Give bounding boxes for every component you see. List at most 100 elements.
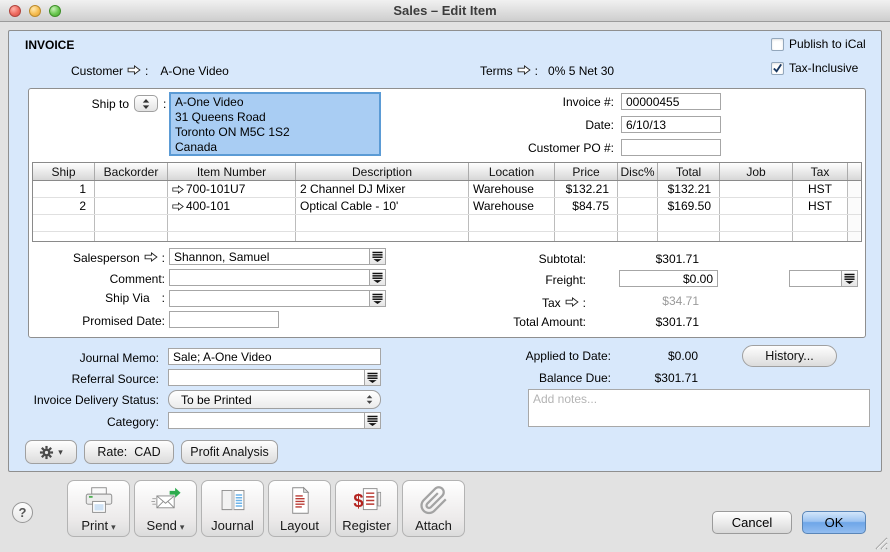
profit-analysis-button[interactable]: Profit Analysis <box>181 440 278 464</box>
minimize-window-icon[interactable] <box>29 5 41 17</box>
tax-inclusive-checkbox[interactable] <box>771 62 784 75</box>
notes-textarea[interactable] <box>528 389 870 427</box>
journal-book-icon <box>216 485 250 516</box>
salesperson-list-button[interactable] <box>369 248 386 265</box>
cell-total[interactable]: $169.50 <box>658 198 720 214</box>
cell-disc[interactable] <box>618 181 658 197</box>
table-scrollbar[interactable] <box>848 198 860 214</box>
rate-button[interactable]: Rate: CAD <box>84 440 174 464</box>
empty-cell <box>658 215 720 231</box>
send-button[interactable]: Send▾ <box>134 480 197 537</box>
cancel-button[interactable]: Cancel <box>712 511 792 534</box>
cell-ship[interactable]: 1 <box>33 181 95 197</box>
salesperson-zoom-arrow-icon[interactable] <box>144 249 158 267</box>
cell-total[interactable]: $132.21 <box>658 181 720 197</box>
zoom-window-icon[interactable] <box>49 5 61 17</box>
category-input[interactable] <box>168 412 364 429</box>
cell-item-number[interactable]: 700-101U7 <box>168 181 296 197</box>
salesperson-input[interactable] <box>169 248 369 265</box>
col-ship[interactable]: Ship <box>33 163 95 180</box>
title-bar[interactable]: Sales – Edit Item <box>0 0 890 22</box>
cell-job[interactable] <box>720 181 793 197</box>
freight-input[interactable] <box>619 270 718 287</box>
publish-to-ical-label: Publish to iCal <box>789 37 866 51</box>
cell-job[interactable] <box>720 198 793 214</box>
category-combo <box>168 412 381 429</box>
salesperson-label: Salesperson <box>73 251 140 265</box>
cell-description[interactable]: 2 Channel DJ Mixer <box>296 181 469 197</box>
journal-memo-input[interactable] <box>168 348 381 365</box>
referral-source-label: Referral Source: <box>19 372 159 386</box>
cell-price[interactable]: $132.21 <box>555 181 618 197</box>
cell-location[interactable]: Warehouse <box>469 198 555 214</box>
resize-grip[interactable] <box>872 534 888 550</box>
freight-tax-list-button[interactable] <box>841 270 858 287</box>
ship-via-list-button[interactable] <box>369 290 386 307</box>
referral-list-button[interactable] <box>364 369 381 386</box>
col-total[interactable]: Total <box>658 163 720 180</box>
terms-zoom-arrow-icon[interactable] <box>517 62 531 80</box>
cell-tax[interactable]: HST <box>793 198 848 214</box>
item-zoom-arrow-icon[interactable] <box>172 202 184 211</box>
comment-input[interactable] <box>169 269 369 286</box>
cell-backorder[interactable] <box>95 198 168 214</box>
item-zoom-arrow-icon[interactable] <box>172 185 184 194</box>
history-button[interactable]: History... <box>742 345 837 367</box>
customer-zoom-arrow-icon[interactable] <box>127 62 141 80</box>
ship-to-address[interactable]: A-One Video 31 Queens Road Toronto ON M5… <box>169 92 381 156</box>
cell-location[interactable]: Warehouse <box>469 181 555 197</box>
freight-tax-input[interactable] <box>789 270 841 287</box>
empty-cell <box>793 232 848 242</box>
cell-ship[interactable]: 2 <box>33 198 95 214</box>
ship-to-stepper[interactable] <box>134 95 158 112</box>
invoice-number-input[interactable] <box>621 93 721 110</box>
table-scrollbar[interactable] <box>848 215 860 231</box>
paperclip-icon <box>419 485 449 516</box>
delivery-status-select[interactable]: To be Printed <box>168 390 381 409</box>
empty-cell <box>555 232 618 242</box>
col-tax[interactable]: Tax <box>793 163 848 180</box>
print-label: Print <box>81 518 108 533</box>
cell-description[interactable]: Optical Cable - 10' <box>296 198 469 214</box>
empty-cell <box>95 232 168 242</box>
tax-label-group: Tax : <box>409 294 586 312</box>
promised-date-label: Promised Date: <box>29 314 165 328</box>
cell-price[interactable]: $84.75 <box>555 198 618 214</box>
customer-po-input[interactable] <box>621 139 721 156</box>
invoice-body-box: Ship to : A-One Video 31 Queens Road Tor… <box>28 88 866 338</box>
line-items-table: Ship Backorder Item Number Description L… <box>32 162 862 242</box>
register-button[interactable]: $ Register <box>335 480 398 537</box>
journal-label: Journal <box>211 518 254 533</box>
col-location[interactable]: Location <box>469 163 555 180</box>
col-disc[interactable]: Disc% <box>618 163 658 180</box>
help-button[interactable]: ? <box>12 502 33 523</box>
table-scrollbar[interactable] <box>848 232 860 242</box>
layout-button[interactable]: Layout <box>268 480 331 537</box>
col-item-number[interactable]: Item Number <box>168 163 296 180</box>
comment-list-button[interactable] <box>369 269 386 286</box>
cell-tax[interactable]: HST <box>793 181 848 197</box>
print-button[interactable]: Print▾ <box>67 480 130 537</box>
promised-date-input[interactable] <box>169 311 279 328</box>
col-job[interactable]: Job <box>720 163 793 180</box>
category-list-button[interactable] <box>364 412 381 429</box>
table-scrollbar[interactable] <box>848 181 860 197</box>
col-backorder[interactable]: Backorder <box>95 163 168 180</box>
publish-to-ical-checkbox[interactable] <box>771 38 784 51</box>
tax-zoom-arrow-icon[interactable] <box>565 294 579 312</box>
cell-backorder[interactable] <box>95 181 168 197</box>
cell-disc[interactable] <box>618 198 658 214</box>
attach-button[interactable]: Attach <box>402 480 465 537</box>
gear-menu-button[interactable]: ▾ <box>25 440 77 464</box>
ok-button[interactable]: OK <box>802 511 866 534</box>
col-description[interactable]: Description <box>296 163 469 180</box>
referral-source-input[interactable] <box>168 369 364 386</box>
col-price[interactable]: Price <box>555 163 618 180</box>
date-input[interactable] <box>621 116 721 133</box>
subtotal-value: $301.71 <box>581 252 699 266</box>
journal-button[interactable]: Journal <box>201 480 264 537</box>
close-window-icon[interactable] <box>9 5 21 17</box>
cell-item-number[interactable]: 400-101 <box>168 198 296 214</box>
invoice-form-title: INVOICE <box>25 38 74 52</box>
ship-via-input[interactable] <box>169 290 369 307</box>
